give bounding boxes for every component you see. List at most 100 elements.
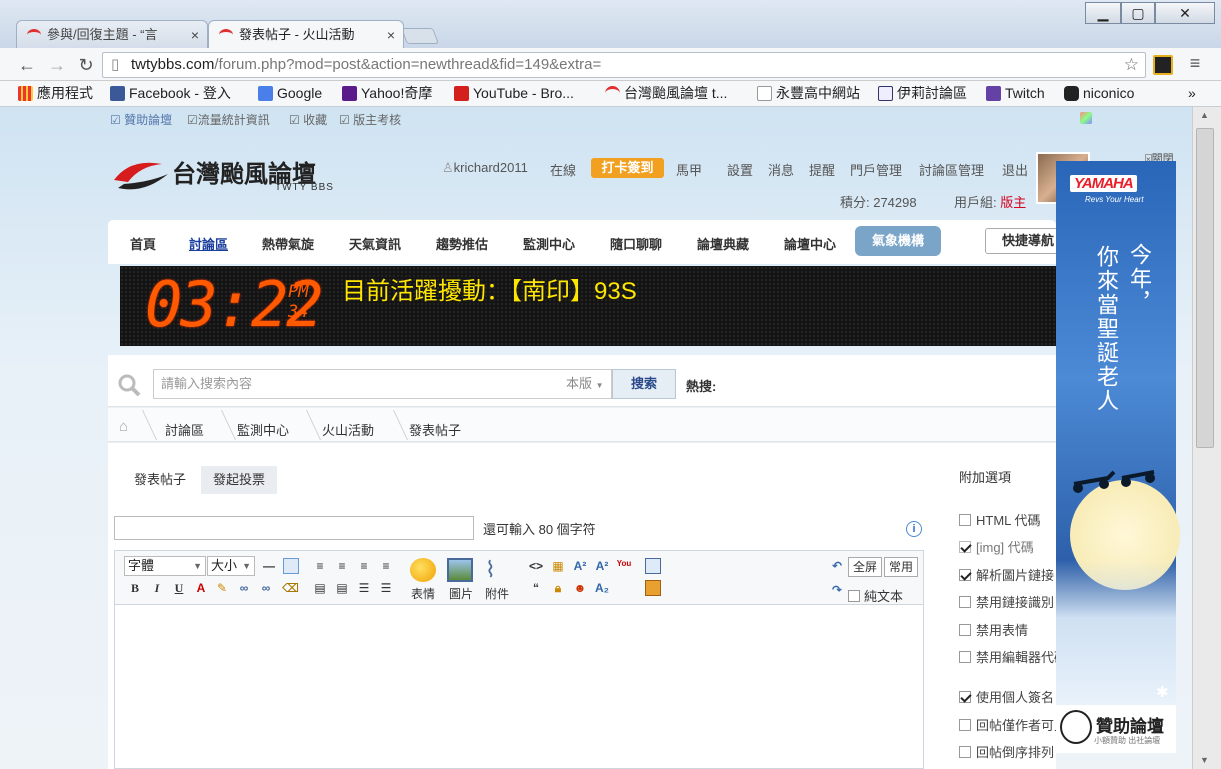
bookmark-niconico[interactable]: niconico (1064, 84, 1134, 102)
table-icon[interactable] (283, 558, 299, 574)
underline-icon[interactable]: U (171, 580, 187, 596)
subject-input[interactable] (114, 516, 474, 540)
attachment-icon[interactable]: ⌇ (485, 558, 511, 582)
online-status[interactable]: 在線 (550, 160, 576, 179)
maximize-button[interactable]: ▢ (1121, 2, 1155, 24)
clear-format-icon[interactable]: ⌫ (282, 580, 299, 596)
more-bookmarks-button[interactable]: » (1188, 84, 1196, 102)
notifications-link[interactable]: 提醒 (809, 160, 835, 179)
redo-icon[interactable]: ↷ (829, 582, 845, 598)
reload-icon[interactable]: ↻ (75, 55, 97, 76)
site-logo[interactable]: 台灣颱風論壇 TWTY BBS (110, 152, 350, 196)
align-right-icon[interactable]: ≡ (356, 558, 372, 574)
option-reverse-order[interactable]: 回帖倒序排列 (959, 742, 1054, 761)
traffic-stats-link[interactable]: ☑流量統計資訊 (187, 111, 270, 128)
youtube-embed-icon[interactable]: You (616, 556, 632, 572)
option-disable-editor-code[interactable]: 禁用編輯器代碼 (959, 647, 1067, 666)
bookmark-twty[interactable]: 台灣颱風論壇 t... (605, 84, 727, 102)
checkbox[interactable] (959, 746, 971, 758)
username-link[interactable]: ♙krichard2011 (442, 160, 528, 176)
nav-trend-forecast[interactable]: 趨勢推估 (436, 234, 488, 253)
align-center-icon[interactable]: ≡ (334, 558, 350, 574)
tab-reply-thread[interactable]: 參與/回復主題 - “言 × (16, 20, 208, 48)
address-bar[interactable]: ▯ twtybbs.com/forum.php?mod=post&action=… (102, 52, 1146, 78)
nav-tropical-cyclone[interactable]: 熱帶氣旋 (262, 234, 314, 253)
portal-admin-link[interactable]: 門戶管理 (850, 160, 902, 179)
italic-icon[interactable]: I (149, 580, 165, 596)
free-content-icon[interactable]: ☻ (572, 580, 588, 596)
checkin-button[interactable]: 打卡簽到 (591, 158, 664, 178)
tab-new-post[interactable]: 發表帖子 (122, 466, 198, 494)
nav-forum[interactable]: 討論區 (189, 234, 228, 253)
checkbox[interactable] (848, 590, 860, 602)
subscript-icon[interactable]: A² (594, 558, 610, 574)
home-icon[interactable]: ⌂ (119, 418, 128, 435)
option-use-signature[interactable]: 使用個人簽名 (959, 687, 1054, 706)
nav-monitoring-center[interactable]: 監測中心 (523, 234, 575, 253)
image-icon[interactable] (447, 558, 473, 582)
hide-content-icon[interactable]: ▦ (550, 558, 566, 574)
highlight-icon[interactable]: ✎ (214, 580, 230, 596)
align-justify-icon[interactable]: ≡ (378, 558, 394, 574)
code-icon[interactable]: <> (528, 558, 544, 574)
search-scope-select[interactable]: 本版 ▼ (560, 369, 612, 399)
ordered-list-icon[interactable]: ☰ (356, 580, 372, 596)
settings-link[interactable]: 設置 (727, 160, 753, 179)
media-icon[interactable] (645, 580, 661, 596)
bookmark-yahoo[interactable]: Yahoo!奇摩 (342, 84, 432, 102)
option-disable-smilies[interactable]: 禁用表情 (959, 620, 1028, 639)
align-left-icon[interactable]: ≡ (312, 558, 328, 574)
editor-textarea[interactable] (114, 605, 924, 769)
superscript-icon[interactable]: A² (572, 558, 588, 574)
lock-icon[interactable]: 🔒︎ (550, 580, 566, 596)
nav-weather-agencies[interactable]: 氣象機構 (855, 226, 941, 256)
font-color-icon[interactable]: A (193, 580, 209, 596)
preview-icon[interactable] (645, 558, 661, 574)
quick-nav-button[interactable]: 快捷導航 (985, 228, 1065, 254)
breadcrumb-volcano[interactable]: 火山活動 (322, 420, 374, 439)
bookmark-eyny[interactable]: 伊莉討論區 (878, 84, 967, 102)
checkbox[interactable] (959, 719, 971, 731)
emoji-label[interactable]: 表情 (411, 585, 435, 602)
font-select[interactable]: 字體 ▼ (124, 556, 206, 576)
breadcrumb-monitoring[interactable]: 監測中心 (237, 420, 289, 439)
checkbox[interactable] (959, 569, 971, 581)
emoji-icon[interactable] (410, 558, 436, 582)
checkbox[interactable] (959, 691, 971, 703)
nav-forum-center[interactable]: 論壇中心 (784, 234, 836, 253)
checkbox[interactable] (959, 541, 971, 553)
search-input[interactable]: 請輸入搜索內容 (153, 369, 561, 399)
close-icon[interactable]: × (191, 21, 199, 49)
checkbox[interactable] (959, 596, 971, 608)
link-icon[interactable]: ∞ (236, 580, 252, 596)
unordered-list-icon[interactable]: ☰ (378, 580, 394, 596)
bookmark-youtube[interactable]: YouTube - Bro... (454, 84, 574, 102)
common-button[interactable]: 常用 (884, 557, 919, 577)
fullscreen-button[interactable]: 全屏 (848, 557, 883, 577)
nav-weather-info[interactable]: 天氣資訊 (349, 234, 401, 253)
points-link[interactable]: 積分: 274298 (840, 192, 917, 211)
attachment-label[interactable]: 附件 (485, 585, 509, 602)
plain-text-toggle[interactable]: 純文本 (848, 586, 903, 605)
size-select[interactable]: 大小 ▼ (207, 556, 255, 576)
bold-icon[interactable]: B (127, 580, 143, 596)
float-right-icon[interactable]: ▤ (334, 580, 350, 596)
option-parse-image-links[interactable]: 解析圖片鏈接 (959, 565, 1054, 584)
bookmark-apps[interactable]: 應用程式 (18, 84, 93, 102)
favorites-link[interactable]: ☑ 收藏 (289, 111, 327, 128)
nav-home[interactable]: 首頁 (130, 234, 156, 253)
checkbox[interactable] (959, 514, 971, 526)
forward-arrow-icon[interactable]: → (46, 55, 68, 76)
option-html-code[interactable]: HTML 代碼 (959, 510, 1041, 529)
sponsor-forum-link[interactable]: ☑ 贊助論壇 (110, 111, 172, 128)
new-tab-button[interactable] (401, 28, 439, 44)
tab-new-poll[interactable]: 發起投票 (201, 466, 277, 494)
undo-icon[interactable]: ↶ (829, 558, 845, 574)
star-bookmark-icon[interactable]: ☆ (1124, 53, 1139, 77)
option-disable-link-detect[interactable]: 禁用鏈接識別 (959, 592, 1054, 611)
forum-admin-link[interactable]: 討論區管理 (919, 160, 984, 179)
messages-link[interactable]: 消息 (768, 160, 794, 179)
menu-hamburger-icon[interactable]: ≡ (1184, 53, 1206, 74)
option-reply-author-only[interactable]: 回帖僅作者可見 (959, 715, 1067, 734)
alt-account-link[interactable]: 馬甲 (676, 160, 702, 179)
